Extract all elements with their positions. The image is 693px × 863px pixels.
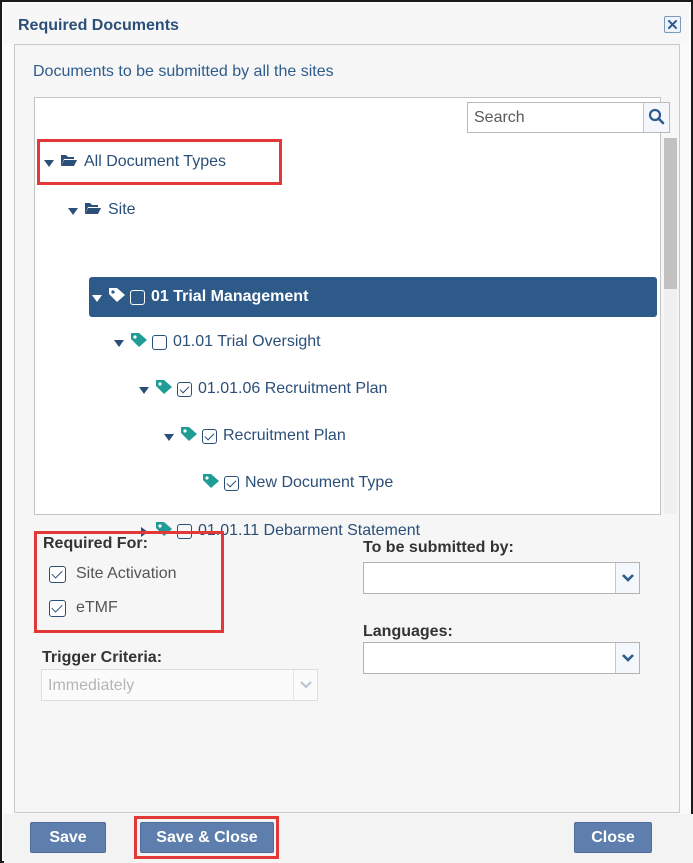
content-subtitle: Documents to be submitted by all the sit… (33, 63, 334, 80)
site-activation-option[interactable]: Site Activation (49, 565, 177, 583)
dialog-content: Documents to be submitted by all the sit… (14, 44, 680, 813)
trigger-criteria-value: Immediately (48, 677, 135, 694)
caret-down-icon[interactable] (113, 336, 125, 348)
caret-down-icon[interactable] (91, 291, 103, 303)
trigger-criteria-select[interactable]: Immediately (41, 669, 318, 701)
caret-down-icon[interactable] (163, 430, 175, 442)
tree-search (467, 102, 670, 133)
required-documents-dialog: Required Documents Documents to be submi… (0, 0, 693, 863)
submitted-by-select[interactable] (363, 562, 640, 594)
tree-node-label: 01.01 Trial Oversight (173, 333, 321, 350)
close-button[interactable]: Close (574, 822, 652, 853)
required-for-label: Required For: (43, 535, 148, 552)
folder-open-icon (84, 201, 102, 220)
site-activation-checkbox[interactable] (49, 565, 66, 583)
etmf-label: eTMF (76, 599, 118, 616)
tree-node-all-document-types[interactable]: All Document Types (43, 144, 226, 180)
search-input[interactable] (468, 103, 644, 132)
tag-icon (108, 287, 126, 308)
search-icon-glyph (648, 108, 665, 125)
save-and-close-button[interactable]: Save & Close (140, 822, 274, 853)
caret-down-icon[interactable] (67, 204, 79, 216)
tag-icon (155, 379, 173, 400)
etmf-option[interactable]: eTMF (49, 599, 118, 617)
save-button[interactable]: Save (30, 822, 106, 853)
tree-node-label: Recruitment Plan (223, 427, 346, 444)
tree-scrollbar[interactable] (664, 138, 677, 514)
tree-node-label: All Document Types (84, 153, 226, 170)
chevron-down-icon[interactable] (615, 643, 639, 673)
etmf-checkbox[interactable] (49, 599, 66, 617)
languages-label: Languages: (363, 623, 453, 640)
tree-node-label: Site (108, 201, 136, 218)
dialog-titlebar: Required Documents (4, 4, 689, 44)
tree-scroll-thumb[interactable] (664, 138, 677, 289)
close-x-icon[interactable] (664, 16, 681, 33)
node-checkbox[interactable] (177, 381, 192, 397)
languages-select[interactable] (363, 642, 640, 674)
tree-node-label: 01 Trial Management (151, 288, 309, 305)
dialog-title: Required Documents (18, 17, 179, 34)
caret-down-icon[interactable] (138, 383, 150, 395)
tree-node-recruitment-plan[interactable]: Recruitment Plan (163, 418, 346, 454)
close-x-icon-glyph (668, 20, 677, 29)
node-checkbox[interactable] (177, 523, 192, 539)
node-checkbox[interactable] (130, 289, 145, 305)
tree-node-label: 01.01.11 Debarment Statement (198, 522, 421, 539)
tree-node-trial-management[interactable]: 01 Trial Management (89, 277, 657, 317)
submitted-by-label: To be submitted by: (363, 539, 514, 556)
tree-node-recruitment-plan-0106[interactable]: 01.01.06 Recruitment Plan (138, 371, 387, 407)
node-checkbox[interactable] (202, 428, 217, 444)
folder-open-icon (60, 153, 78, 172)
tree-node-label: 01.01.06 Recruitment Plan (198, 380, 388, 397)
caret-down-icon[interactable] (43, 156, 55, 168)
node-checkbox[interactable] (224, 475, 239, 491)
chevron-down-icon (293, 670, 317, 700)
tag-icon (130, 332, 148, 353)
trigger-criteria-label: Trigger Criteria: (42, 649, 163, 666)
search-icon[interactable] (643, 103, 669, 132)
tree-node-site[interactable]: Site (67, 192, 136, 228)
tree-node-new-document-type[interactable]: New Document Type (202, 465, 393, 501)
dialog-footer: Save Save & Close Close (4, 814, 693, 863)
tree-node-trial-oversight[interactable]: 01.01 Trial Oversight (113, 324, 321, 360)
tag-icon (180, 426, 198, 447)
document-tree-panel: All Document Types Site (34, 97, 677, 539)
node-checkbox[interactable] (152, 334, 167, 350)
site-activation-label: Site Activation (76, 565, 177, 582)
tag-icon (202, 473, 220, 494)
tag-icon (155, 521, 173, 542)
chevron-down-icon[interactable] (615, 563, 639, 593)
tree-node-label: New Document Type (245, 474, 394, 491)
